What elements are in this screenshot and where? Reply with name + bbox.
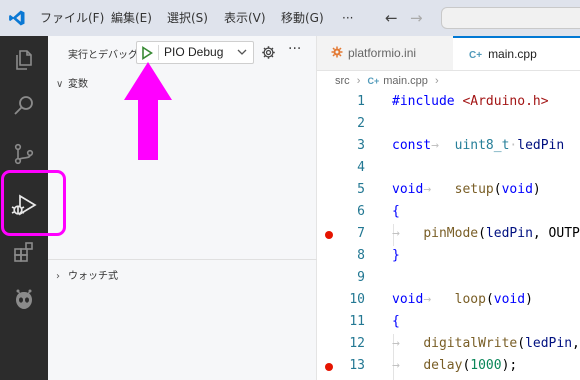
editor-tabs: platformio.ini C+ main.cpp	[317, 36, 580, 71]
cpp-file-icon: C+	[469, 50, 483, 61]
annotation-highlight-box	[1, 170, 66, 236]
code-text: → delay(1000);	[392, 358, 518, 373]
extensions-icon[interactable]	[12, 240, 36, 264]
code-text: → digitalWrite(ledPin, HIGH);	[392, 336, 580, 351]
line-number: 9	[357, 270, 365, 285]
line-number: 5	[357, 182, 365, 197]
variables-section-header[interactable]: ∨ 変数	[56, 75, 88, 90]
line-number: 10	[349, 292, 365, 307]
menu-file[interactable]: ファイル(F)	[40, 0, 104, 36]
code-line[interactable]: 12 → digitalWrite(ledPin, HIGH);	[317, 334, 580, 356]
tab-platformio-ini[interactable]: platformio.ini	[317, 36, 452, 70]
chevron-right-icon: ›	[434, 75, 439, 87]
code-line[interactable]: 1 #include <Arduino.h>	[317, 92, 580, 114]
watch-section-header[interactable]: › ウォッチ式	[56, 267, 118, 282]
cpp-file-icon: C+	[367, 76, 380, 86]
code-text: }	[392, 248, 400, 263]
code-line[interactable]: 9	[317, 268, 580, 290]
variables-label: 変数	[68, 79, 88, 90]
code-editor[interactable]: 1 #include <Arduino.h> 2 3 const→ uint8_t·le…	[317, 92, 580, 380]
code-line[interactable]: 4	[317, 158, 580, 180]
line-number: 12	[349, 336, 365, 351]
menu-view[interactable]: 表示(V)	[224, 0, 266, 36]
debug-config-label: PIO Debug	[164, 45, 224, 59]
chevron-right-icon: ›	[356, 75, 361, 87]
code-line[interactable]: 7 → pinMode(ledPin, OUTPUT);	[317, 224, 580, 246]
watch-label: ウォッチ式	[68, 271, 118, 282]
menu-edit[interactable]: 編集(E)	[111, 0, 152, 36]
code-line[interactable]: 5 void→ setup(void)	[317, 180, 580, 202]
code-line[interactable]: 13 → delay(1000);	[317, 356, 580, 378]
title-bar: ファイル(F) 編集(E) 選択(S) 表示(V) 移動(G) ··· ← →	[0, 0, 580, 36]
back-arrow-icon[interactable]: ←	[385, 9, 398, 27]
gear-icon[interactable]	[261, 45, 276, 60]
tab-main-cpp[interactable]: C+ main.cpp	[453, 36, 580, 70]
more-actions-icon[interactable]: ···	[288, 42, 301, 56]
code-text: {	[392, 204, 400, 219]
code-line[interactable]: 3 const→ uint8_t·ledPin	[317, 136, 580, 158]
code-text: const→ uint8_t·ledPin	[392, 138, 565, 153]
code-line[interactable]: 8}	[317, 246, 580, 268]
code-line[interactable]: 6{	[317, 202, 580, 224]
breadcrumb-file[interactable]: main.cpp	[383, 75, 428, 87]
line-number: 6	[357, 204, 365, 219]
run-debug-sidebar: 実行とデバッグ PIO Debug ··· ∨ 変数 › ウォッチ式	[48, 36, 317, 380]
line-number: 8	[357, 248, 365, 263]
menu-more[interactable]: ···	[342, 0, 353, 36]
files-icon[interactable]	[12, 48, 36, 72]
line-number: 2	[357, 116, 365, 131]
menu-go[interactable]: 移動(G)	[281, 0, 324, 36]
line-number: 4	[357, 160, 365, 175]
line-number: 13	[349, 358, 365, 373]
annotation-arrow	[124, 62, 172, 160]
breakpoint-icon[interactable]	[325, 231, 333, 239]
line-number: 7	[357, 226, 365, 241]
line-number: 1	[357, 94, 365, 109]
menu-selection[interactable]: 選択(S)	[167, 0, 208, 36]
chevron-down-icon: ∨	[56, 79, 64, 90]
line-number: 11	[349, 314, 365, 329]
settings-file-icon	[331, 46, 343, 58]
command-center-search[interactable]	[441, 7, 580, 29]
code-text: {	[392, 314, 400, 329]
code-text: → pinMode(ledPin, OUTPUT);	[392, 226, 580, 241]
chevron-right-icon: ›	[56, 271, 60, 282]
separator	[158, 45, 159, 60]
source-control-icon[interactable]	[12, 142, 36, 166]
breadcrumb: src › C+ main.cpp ›	[317, 71, 580, 92]
line-number: 3	[357, 138, 365, 153]
code-text: void→ loop(void)	[392, 292, 533, 307]
code-text: #include <Arduino.h>	[392, 94, 549, 109]
vscode-logo-icon	[9, 10, 25, 26]
run-debug-title: 実行とデバッグ	[68, 50, 138, 61]
tab-label: main.cpp	[488, 47, 537, 61]
forward-arrow-icon[interactable]: →	[410, 9, 423, 27]
code-line[interactable]: 10 void→ loop(void)	[317, 290, 580, 312]
breadcrumb-folder[interactable]: src	[335, 75, 350, 87]
chevron-down-icon	[237, 49, 247, 55]
tab-label: platformio.ini	[348, 46, 417, 60]
code-line[interactable]: 11 {	[317, 312, 580, 334]
code-text: void→ setup(void)	[392, 182, 541, 197]
code-line[interactable]: 2	[317, 114, 580, 136]
section-divider	[48, 259, 317, 260]
platformio-alien-icon[interactable]	[12, 288, 36, 312]
search-icon[interactable]	[12, 94, 36, 118]
start-debug-icon[interactable]	[141, 46, 153, 60]
breakpoint-icon[interactable]	[325, 363, 333, 371]
